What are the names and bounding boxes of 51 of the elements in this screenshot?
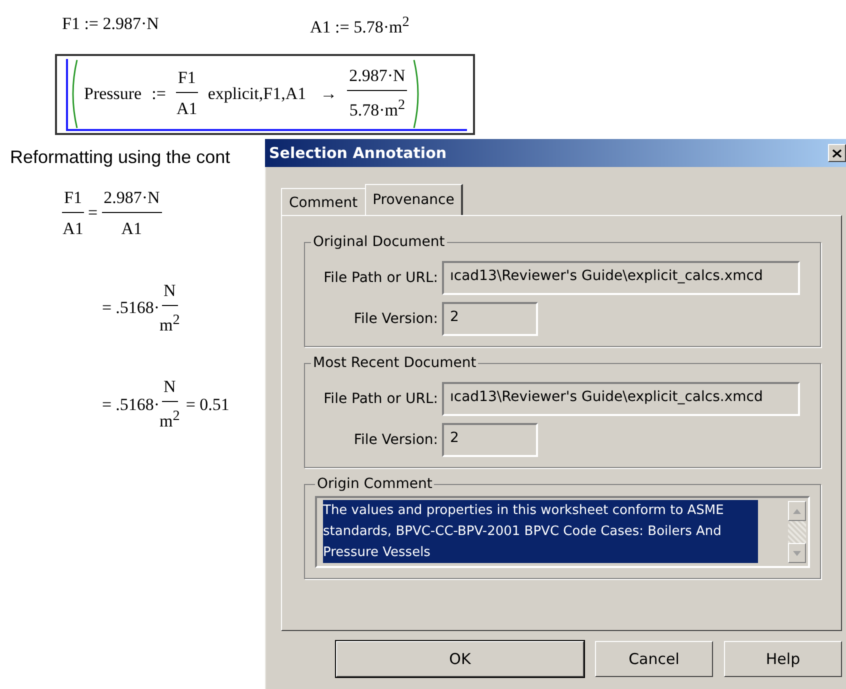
numerator: 2.987·N xyxy=(102,188,162,213)
tab[interactable]: Comment xyxy=(281,188,366,215)
denominator: A1 xyxy=(62,218,84,239)
close-icon xyxy=(832,148,842,158)
coefficient: .5168· xyxy=(116,298,160,318)
field-label: File Version: xyxy=(352,311,438,327)
comment-field[interactable]: The values and properties in this worksheet conform to ASME standards, BPVC-CC-BPV-2001 BPVC Code Cases: Boilers And Pressure Vessels xyxy=(315,496,810,568)
coefficient: .5168· xyxy=(116,394,160,415)
group-title: Most Recent Document xyxy=(312,355,478,371)
path-field[interactable]: ıcad13\Reviewer's Guide\explicit_calcs.xmcd xyxy=(442,261,800,295)
arrow-symbol: → xyxy=(319,84,338,104)
numerator: F1 xyxy=(62,188,84,213)
denominator: m$^{2}$ xyxy=(160,407,180,432)
dialog-button[interactable]: Cancel xyxy=(595,641,713,677)
window-title: Selection Annotation xyxy=(269,144,447,162)
numerator: F1 xyxy=(176,68,198,94)
group-title: Original Document xyxy=(312,234,446,250)
tab[interactable]: Provenance xyxy=(364,184,464,215)
equals-sign: = xyxy=(101,298,113,318)
definition: F1 := 2.987·N xyxy=(62,14,160,35)
result-value: = 0.51 xyxy=(186,394,230,415)
dialog-button[interactable]: Help xyxy=(724,641,842,677)
numerator: 2.987·N xyxy=(347,66,408,92)
variable-name: Pressure xyxy=(84,84,142,104)
field-label: File Version: xyxy=(352,432,438,448)
version-field[interactable]: 2 xyxy=(442,302,538,336)
definition: A1 := 5.78·m$^{2}$ xyxy=(310,14,410,38)
equals-sign: = xyxy=(101,394,113,415)
operator: := xyxy=(150,84,167,104)
comment-text: The values and properties in this worksheet conform to ASME standards, BPVC-CC-BPV-2001 BPVC Code Cases: Boilers And Pressure Vessels xyxy=(323,500,758,563)
worksheet-text: Reformatting using the cont xyxy=(10,146,230,168)
group-title: Origin Comment xyxy=(316,476,434,492)
numerator: N xyxy=(162,280,178,306)
denominator: 5.78·m$^{2}$ xyxy=(349,96,406,121)
version-field[interactable]: 2 xyxy=(442,423,538,457)
field-label: File Path or URL: xyxy=(322,391,438,407)
up-arrow-icon xyxy=(793,508,801,514)
down-arrow-icon xyxy=(793,550,801,556)
equals-sign: = xyxy=(86,203,99,224)
keyword: explicit,F1,A1 xyxy=(206,84,308,104)
path-field[interactable]: ıcad13\Reviewer's Guide\explicit_calcs.xmcd xyxy=(442,382,800,416)
scroll-down-button[interactable] xyxy=(788,543,806,563)
close-button[interactable] xyxy=(828,144,846,162)
denominator: m$^{2}$ xyxy=(160,310,180,336)
scroll-up-button[interactable] xyxy=(788,501,806,521)
denominator: A1 xyxy=(121,218,142,239)
numerator: N xyxy=(162,377,178,402)
denominator: A1 xyxy=(176,98,198,120)
scrollbar[interactable] xyxy=(788,498,808,566)
field-label: File Path or URL: xyxy=(322,270,438,286)
dialog-button[interactable]: OK xyxy=(336,641,584,677)
